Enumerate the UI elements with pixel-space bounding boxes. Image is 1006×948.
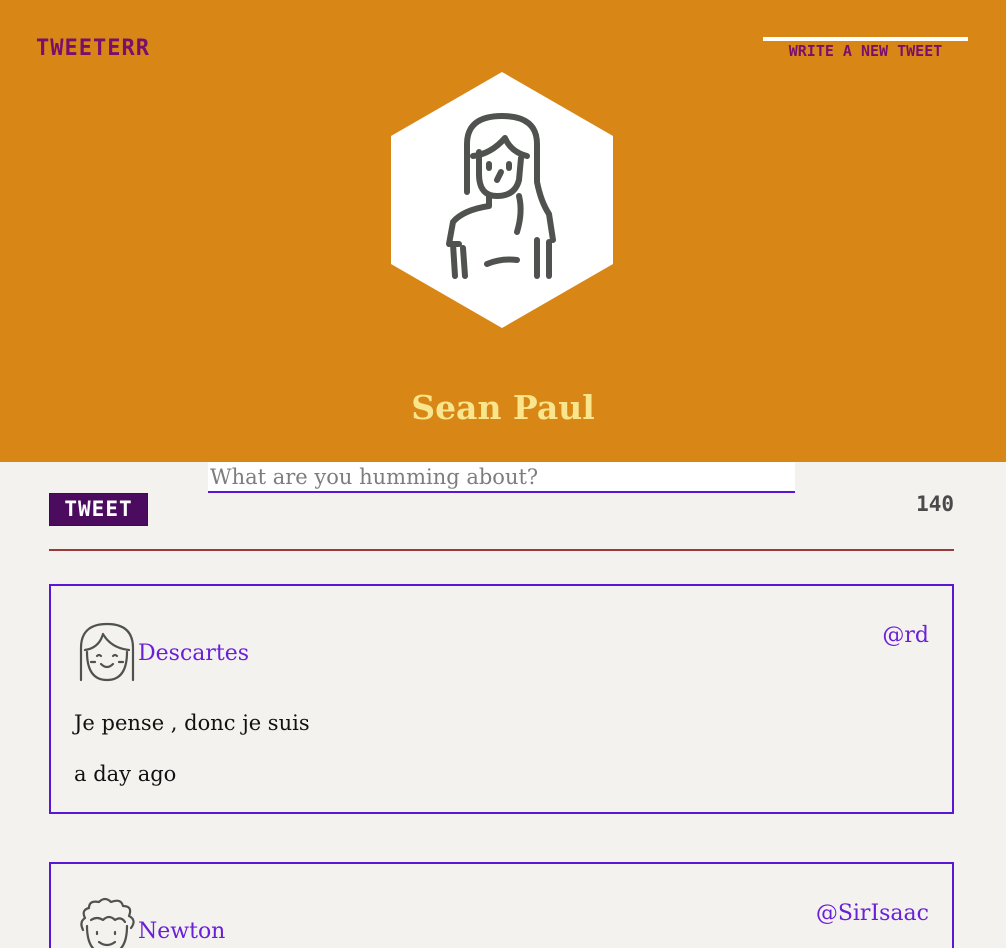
divider <box>49 549 954 551</box>
tweet-timestamp: a day ago <box>74 762 177 786</box>
tweet-content: Je pense , donc je suis <box>74 711 310 735</box>
profile-name: Sean Paul <box>411 388 595 427</box>
brand-logo[interactable]: TWEETERR <box>36 36 150 61</box>
tweet-author-name[interactable]: Descartes <box>138 641 249 666</box>
profile-header: TWEETERR WRITE A NEW TWEET Sean Paul <box>0 0 1006 462</box>
write-new-tweet-button[interactable]: WRITE A NEW TWEET <box>763 37 968 61</box>
tweet-author-name[interactable]: Newton <box>138 919 225 944</box>
profile-avatar-icon <box>391 72 613 328</box>
tweet-author-handle[interactable]: @SirIsaac <box>816 901 929 926</box>
tweet-card: Descartes @rd Je pense , donc je suis a … <box>49 584 954 814</box>
tweet-submit-button[interactable]: TWEET <box>49 493 148 526</box>
character-counter: 140 <box>916 492 954 516</box>
curly-hair-face-icon <box>80 897 135 948</box>
girl-face-icon <box>79 622 135 682</box>
tweet-card: Newton @SirIsaac <box>49 862 954 948</box>
tweet-compose-input[interactable] <box>208 462 795 493</box>
tweet-author-handle[interactable]: @rd <box>882 623 929 648</box>
